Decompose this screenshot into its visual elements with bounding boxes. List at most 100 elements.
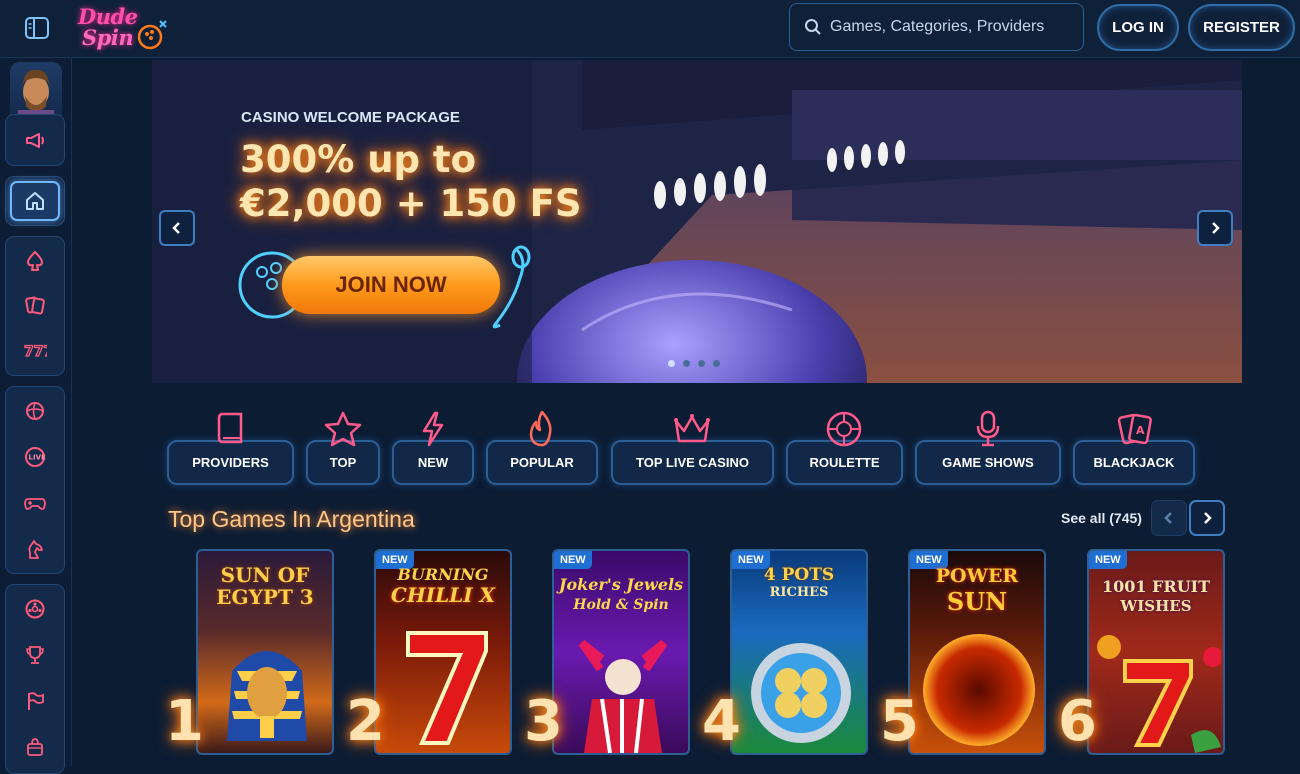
sidebar-item-home[interactable] bbox=[10, 181, 60, 221]
pharaoh-image bbox=[227, 651, 307, 741]
game-rank: 3 bbox=[524, 689, 563, 754]
game-title-line2: SUN bbox=[946, 587, 1008, 616]
new-badge: NEW bbox=[554, 551, 592, 569]
game-card[interactable]: SUN OF EGYPT 3 bbox=[196, 549, 334, 755]
sidebar-item-wheel[interactable] bbox=[6, 589, 64, 629]
games-prev-button[interactable] bbox=[1151, 500, 1187, 536]
sidebar-toggle-icon[interactable] bbox=[22, 14, 52, 42]
book-icon bbox=[211, 408, 251, 450]
lightning-icon bbox=[413, 408, 453, 450]
category-label: GAME SHOWS bbox=[942, 455, 1034, 470]
sidebar-group-sports: LIVE bbox=[5, 386, 65, 574]
logo[interactable]: Dude Spin bbox=[76, 3, 172, 53]
header: Dude Spin LOG IN REGISTER bbox=[0, 0, 1300, 58]
game-title-line1: POWER bbox=[935, 565, 1019, 587]
sidebar-item-live[interactable]: LIVE bbox=[6, 437, 64, 477]
gamepad-icon bbox=[24, 498, 46, 510]
banner-title-line1: 300% up to bbox=[240, 138, 477, 181]
flame-icon bbox=[522, 408, 562, 450]
cards-icon bbox=[25, 296, 45, 315]
game-title-line1: 1001 FRUIT bbox=[1101, 577, 1211, 596]
see-all-link[interactable]: See all (745) bbox=[1061, 510, 1142, 526]
game-title-line2: EGYPT 3 bbox=[216, 585, 314, 609]
game-card[interactable]: NEW 4 POTS RICHES bbox=[730, 549, 868, 755]
chevron-right-icon bbox=[1204, 512, 1212, 524]
game-title-line1: Joker's Jewels bbox=[558, 575, 684, 594]
shopping-bag-icon bbox=[27, 738, 43, 756]
register-button[interactable]: REGISTER bbox=[1188, 4, 1295, 51]
games-next-button[interactable] bbox=[1189, 500, 1225, 536]
microphone-icon bbox=[968, 408, 1008, 450]
sidebar: 777 LIVE bbox=[0, 58, 72, 774]
svg-text:LIVE: LIVE bbox=[29, 454, 46, 462]
game-rank: 5 bbox=[880, 689, 919, 754]
fruit-seven-image bbox=[1097, 635, 1221, 753]
flag-icon bbox=[28, 692, 44, 710]
star-icon bbox=[323, 408, 363, 450]
svg-text:777: 777 bbox=[24, 344, 47, 360]
sidebar-item-esports[interactable] bbox=[6, 483, 64, 523]
sidebar-item-challenges[interactable] bbox=[6, 681, 64, 721]
search-input[interactable] bbox=[830, 18, 1060, 36]
crown-icon bbox=[672, 408, 712, 450]
clover-coin-image bbox=[751, 643, 851, 743]
banner-prev-button[interactable] bbox=[159, 210, 195, 246]
carousel-dot[interactable] bbox=[698, 360, 705, 367]
banner-pretitle: CASINO WELCOME PACKAGE bbox=[241, 109, 460, 126]
wheel-icon bbox=[25, 599, 45, 619]
search-box[interactable] bbox=[789, 3, 1084, 51]
new-badge: NEW bbox=[1089, 551, 1127, 569]
trophy-icon bbox=[26, 646, 44, 664]
search-icon bbox=[805, 19, 821, 35]
game-rank: 2 bbox=[346, 689, 385, 754]
game-title-line2: Hold & Spin bbox=[573, 597, 669, 613]
game-rank: 6 bbox=[1058, 689, 1097, 754]
sidebar-item-shop[interactable] bbox=[6, 727, 64, 767]
bowling-ball-icon bbox=[137, 20, 167, 50]
slots-777-icon: 777 bbox=[23, 343, 47, 360]
sidebar-item-promotions[interactable] bbox=[6, 120, 64, 160]
game-card[interactable]: NEW BURNING CHILLI X bbox=[374, 549, 512, 755]
game-title-line2: WISHES bbox=[1120, 597, 1192, 615]
logo-text-line2: Spin bbox=[82, 25, 134, 50]
horse-icon bbox=[28, 540, 43, 559]
sun-image bbox=[923, 634, 1035, 746]
carousel-dot[interactable] bbox=[683, 360, 690, 367]
seven-image bbox=[406, 631, 488, 745]
chevron-left-icon bbox=[172, 222, 180, 234]
join-now-button[interactable]: JOIN NOW bbox=[282, 256, 500, 314]
sidebar-item-horse-racing[interactable] bbox=[6, 529, 64, 569]
live-icon: LIVE bbox=[25, 447, 46, 467]
chevron-right-icon bbox=[1212, 222, 1220, 234]
category-label: PROVIDERS bbox=[192, 455, 269, 470]
roulette-icon bbox=[824, 408, 864, 450]
game-card[interactable]: NEW POWER SUN bbox=[908, 549, 1046, 755]
banner-next-button[interactable] bbox=[1197, 210, 1233, 246]
game-card[interactable]: NEW 1001 FRUIT WISHES bbox=[1087, 549, 1225, 755]
game-title-line1: BURNING bbox=[397, 565, 489, 584]
sidebar-item-sports[interactable] bbox=[6, 391, 64, 431]
carousel-dots bbox=[668, 360, 720, 367]
promo-banner[interactable]: CASINO WELCOME PACKAGE 300% up to €2,000… bbox=[152, 60, 1242, 383]
category-label: TOP LIVE CASINO bbox=[636, 455, 749, 470]
carousel-dot[interactable] bbox=[713, 360, 720, 367]
avatar[interactable] bbox=[10, 62, 62, 120]
login-button[interactable]: LOG IN bbox=[1097, 4, 1179, 51]
sidebar-item-table-games[interactable] bbox=[6, 285, 64, 325]
game-rank: 4 bbox=[702, 689, 741, 754]
game-title-line1: SUN OF bbox=[220, 563, 310, 587]
carousel-dot[interactable] bbox=[668, 360, 675, 367]
game-title-line1: 4 POTS bbox=[763, 565, 835, 585]
category-label: POPULAR bbox=[510, 455, 574, 470]
cards-icon: A bbox=[1115, 408, 1155, 450]
svg-text:A: A bbox=[1136, 424, 1145, 437]
category-label: TOP bbox=[329, 455, 357, 470]
sidebar-item-tournaments[interactable] bbox=[6, 635, 64, 675]
sidebar-item-slots[interactable]: 777 bbox=[6, 330, 64, 370]
spade-icon bbox=[27, 251, 43, 271]
megaphone-icon bbox=[26, 133, 44, 148]
sidebar-item-casino[interactable] bbox=[6, 241, 64, 281]
game-card[interactable]: NEW Joker's Jewels Hold & Spin bbox=[552, 549, 690, 755]
category-label: ROULETTE bbox=[809, 455, 880, 470]
home-icon bbox=[26, 192, 44, 210]
